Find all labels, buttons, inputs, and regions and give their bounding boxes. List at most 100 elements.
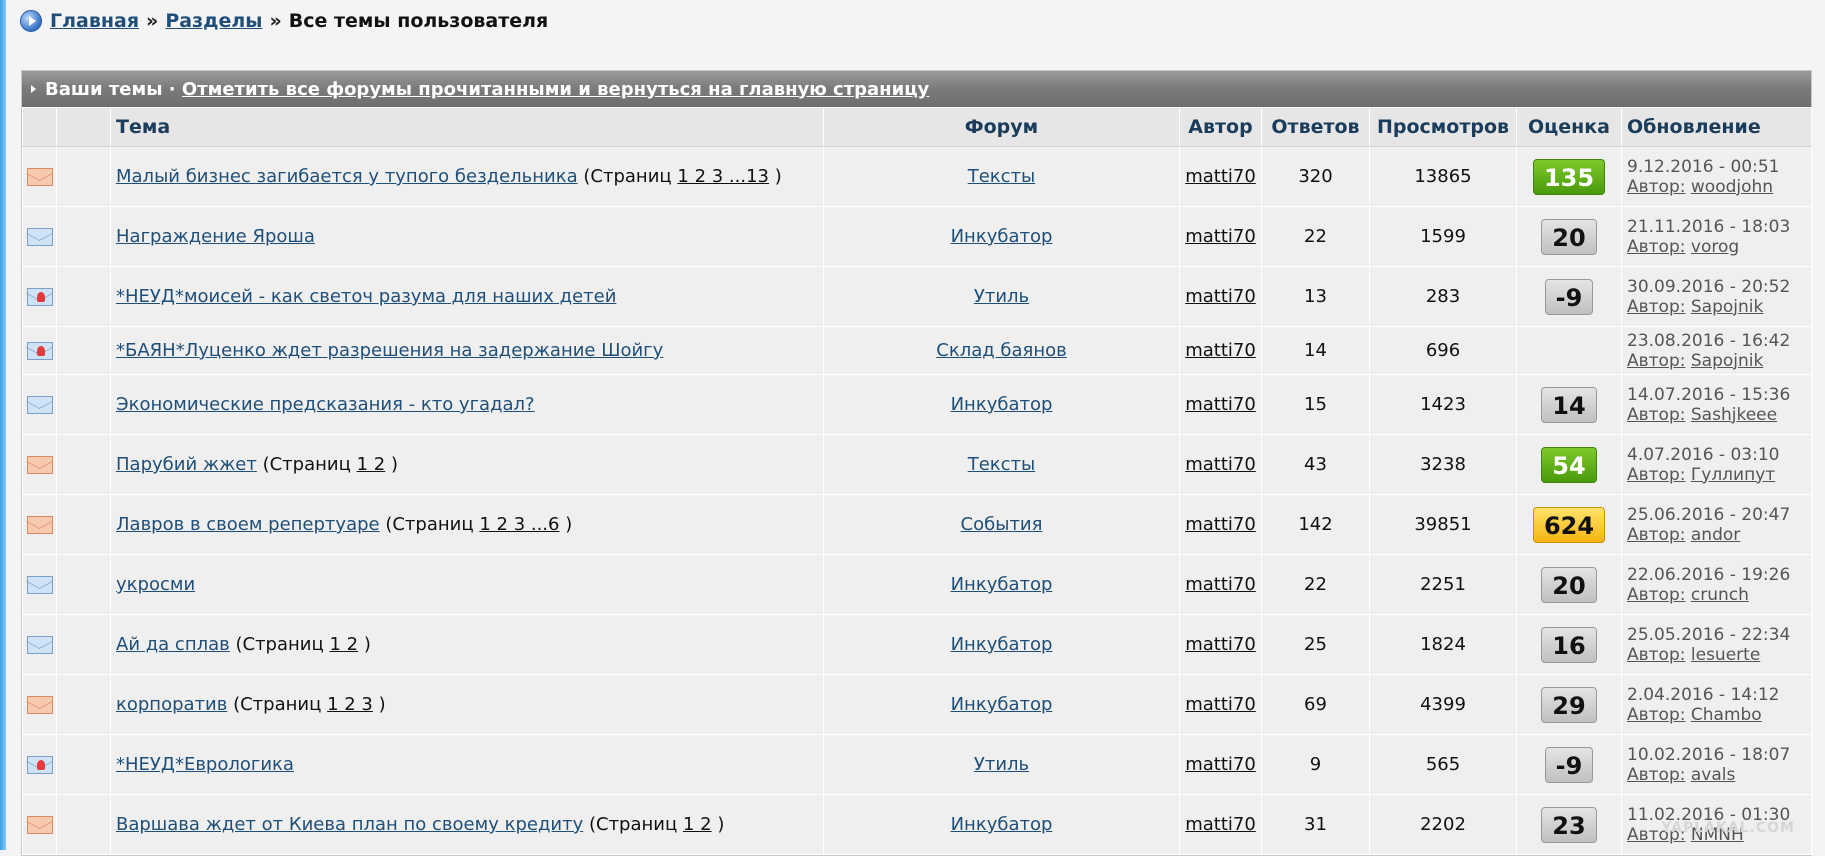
pages-link[interactable]: 1 2 bbox=[357, 454, 386, 475]
topic-link[interactable]: *НЕУД*моисей - как светоч разума для наш… bbox=[116, 286, 616, 307]
breadcrumb-sections-link[interactable]: Разделы bbox=[165, 10, 262, 32]
header-rating[interactable]: Оценка bbox=[1516, 107, 1622, 147]
updated-author-link[interactable]: woodjohn bbox=[1691, 177, 1773, 197]
updated-author-link[interactable]: Chambo bbox=[1691, 705, 1762, 725]
rating-badge[interactable]: 624 bbox=[1532, 506, 1606, 543]
header-updated[interactable]: Обновление bbox=[1621, 107, 1812, 147]
updated-author-prefix[interactable]: Автор: bbox=[1627, 525, 1685, 545]
forum-link[interactable]: Тексты bbox=[968, 166, 1036, 187]
author-link[interactable]: matti70 bbox=[1185, 454, 1256, 475]
topic-link[interactable]: Варшава ждет от Киева план по своему кре… bbox=[116, 814, 583, 835]
breadcrumb-separator: » bbox=[146, 10, 159, 32]
updated-author-prefix[interactable]: Автор: bbox=[1627, 585, 1685, 605]
empty-cell bbox=[56, 374, 111, 435]
forum-link[interactable]: Склад баянов bbox=[936, 340, 1067, 361]
author-link[interactable]: matti70 bbox=[1185, 394, 1256, 415]
updated-author-line: Автор: andor bbox=[1627, 525, 1811, 545]
replies-count: 25 bbox=[1261, 614, 1370, 675]
envelope-locked-icon bbox=[26, 288, 53, 306]
author-link[interactable]: matti70 bbox=[1185, 634, 1256, 655]
topic-link[interactable]: *НЕУД*Еврологика bbox=[116, 754, 294, 775]
updated-author-link[interactable]: Sapojnik bbox=[1691, 351, 1763, 371]
topic-link[interactable]: Экономические предсказания - кто угадал? bbox=[116, 394, 535, 415]
topic-status-cell bbox=[22, 494, 57, 555]
forum-link[interactable]: Инкубатор bbox=[951, 226, 1053, 247]
author-link[interactable]: matti70 bbox=[1185, 814, 1256, 835]
header-topic[interactable]: Тема bbox=[110, 107, 824, 147]
panel-title: Ваши темы · bbox=[45, 78, 176, 100]
forum-link[interactable]: Утиль bbox=[974, 286, 1029, 307]
rating-badge[interactable]: -9 bbox=[1544, 746, 1594, 783]
pages-link[interactable]: 1 2 3 bbox=[327, 694, 373, 715]
topic-link[interactable]: Ай да сплав bbox=[116, 634, 230, 655]
updated-author-link[interactable]: vorog bbox=[1691, 237, 1739, 257]
forum-link[interactable]: Инкубатор bbox=[951, 694, 1053, 715]
rating-badge[interactable]: 29 bbox=[1541, 686, 1597, 723]
forum-link[interactable]: Инкубатор bbox=[951, 574, 1053, 595]
rating-badge[interactable]: 54 bbox=[1541, 446, 1597, 483]
header-author[interactable]: Автор bbox=[1179, 107, 1262, 147]
rating-badge[interactable]: 20 bbox=[1541, 566, 1597, 603]
rating-badge[interactable]: 14 bbox=[1541, 386, 1597, 423]
author-link[interactable]: matti70 bbox=[1185, 226, 1256, 247]
updated-author-prefix[interactable]: Автор: bbox=[1627, 405, 1685, 425]
topic-link[interactable]: корпоратив bbox=[116, 694, 227, 715]
forum-link[interactable]: Инкубатор bbox=[951, 394, 1053, 415]
updated-author-prefix[interactable]: Автор: bbox=[1627, 645, 1685, 665]
topic-cell: Лавров в своем репертуаре (Страниц 1 2 3… bbox=[110, 494, 824, 555]
empty-cell bbox=[56, 674, 111, 735]
updated-author-prefix[interactable]: Автор: bbox=[1627, 351, 1685, 371]
topics-table-body: Малый бизнес загибается у тупого бездель… bbox=[22, 146, 1812, 855]
empty-cell bbox=[56, 734, 111, 795]
topic-link[interactable]: Малый бизнес загибается у тупого бездель… bbox=[116, 166, 578, 187]
updated-author-prefix[interactable]: Автор: bbox=[1627, 705, 1685, 725]
updated-author-prefix[interactable]: Автор: bbox=[1627, 237, 1685, 257]
updated-author-prefix[interactable]: Автор: bbox=[1627, 465, 1685, 485]
author-link[interactable]: matti70 bbox=[1185, 340, 1256, 361]
author-link[interactable]: matti70 bbox=[1185, 286, 1256, 307]
topic-link[interactable]: *БАЯН*Луценко ждет разрешения на задержа… bbox=[116, 340, 663, 361]
topic-link[interactable]: Парубий жжет bbox=[116, 454, 257, 475]
topic-link[interactable]: Лавров в своем репертуаре bbox=[116, 514, 380, 535]
updated-author-link[interactable]: crunch bbox=[1691, 585, 1749, 605]
forum-link[interactable]: Инкубатор bbox=[951, 634, 1053, 655]
updated-author-link[interactable]: Гуллипут bbox=[1691, 465, 1775, 485]
topic-link[interactable]: укросми bbox=[116, 574, 195, 595]
updated-author-link[interactable]: andor bbox=[1691, 525, 1740, 545]
forum-link[interactable]: Инкубатор bbox=[951, 814, 1053, 835]
forum-link[interactable]: Тексты bbox=[968, 454, 1036, 475]
author-cell: matti70 bbox=[1179, 206, 1262, 267]
updated-author-line: Автор: vorog bbox=[1627, 237, 1811, 257]
forum-cell: Инкубатор bbox=[823, 554, 1180, 615]
updated-author-prefix[interactable]: Автор: bbox=[1627, 765, 1685, 785]
pages-link[interactable]: 1 2 bbox=[329, 634, 358, 655]
rating-badge[interactable]: 23 bbox=[1541, 806, 1597, 843]
updated-author-link[interactable]: lesuerte bbox=[1691, 645, 1760, 665]
author-link[interactable]: matti70 bbox=[1185, 514, 1256, 535]
pages-link[interactable]: 1 2 3 ...13 bbox=[677, 166, 769, 187]
author-link[interactable]: matti70 bbox=[1185, 574, 1256, 595]
header-replies[interactable]: Ответов bbox=[1261, 107, 1370, 147]
updated-author-link[interactable]: Sapojnik bbox=[1691, 297, 1763, 317]
forum-link[interactable]: Утиль bbox=[974, 754, 1029, 775]
updated-author-link[interactable]: Sashjkeee bbox=[1691, 405, 1777, 425]
forum-link[interactable]: События bbox=[961, 514, 1043, 535]
pages-link[interactable]: 1 2 bbox=[683, 814, 712, 835]
rating-badge[interactable]: 20 bbox=[1541, 218, 1597, 255]
author-link[interactable]: matti70 bbox=[1185, 694, 1256, 715]
rating-badge[interactable]: 135 bbox=[1532, 158, 1606, 195]
updated-author-prefix[interactable]: Автор: bbox=[1627, 177, 1685, 197]
updated-author-prefix[interactable]: Автор: bbox=[1627, 297, 1685, 317]
header-views[interactable]: Просмотров bbox=[1369, 107, 1517, 147]
author-link[interactable]: matti70 bbox=[1185, 754, 1256, 775]
rating-badge[interactable]: 16 bbox=[1541, 626, 1597, 663]
mark-all-read-link[interactable]: Отметить все форумы прочитанными и верну… bbox=[182, 79, 929, 100]
pages-link[interactable]: 1 2 3 ...6 bbox=[479, 514, 559, 535]
author-link[interactable]: matti70 bbox=[1185, 166, 1256, 187]
topic-link[interactable]: Награждение Яроша bbox=[116, 226, 315, 247]
updated-date: 25.06.2016 - 20:47 bbox=[1627, 504, 1791, 525]
breadcrumb-home-link[interactable]: Главная bbox=[50, 10, 139, 32]
rating-badge[interactable]: -9 bbox=[1544, 278, 1594, 315]
updated-author-link[interactable]: avals bbox=[1691, 765, 1735, 785]
header-forum[interactable]: Форум bbox=[823, 107, 1180, 147]
